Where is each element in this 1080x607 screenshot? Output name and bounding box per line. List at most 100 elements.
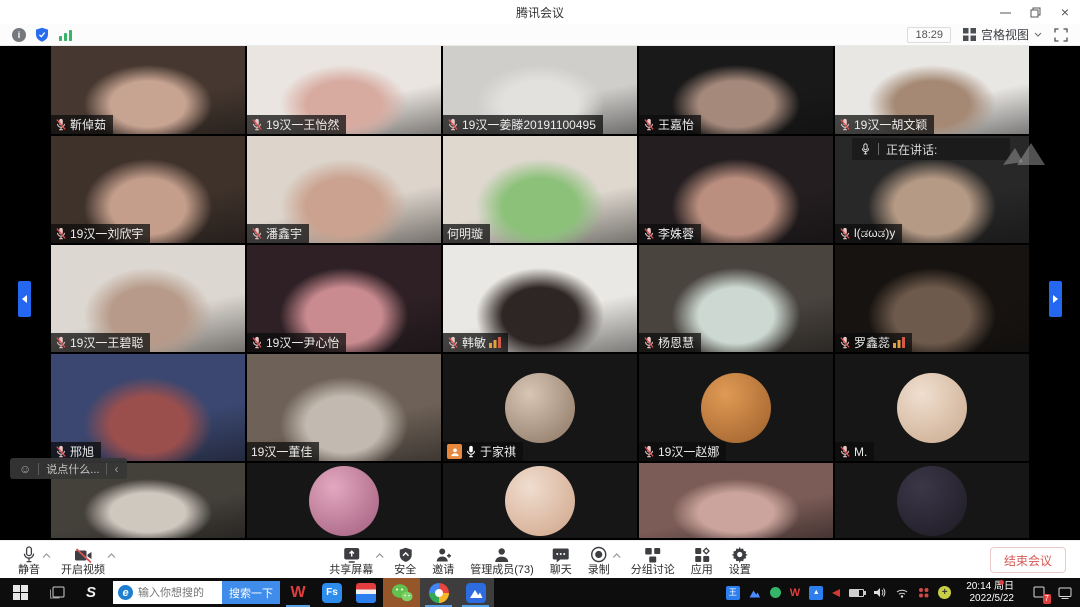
video-tile[interactable]: 靳倬茹 bbox=[51, 46, 245, 134]
video-tile[interactable]: 19汉一刘欣宇 bbox=[51, 136, 245, 243]
tray-green-icon[interactable] bbox=[770, 587, 781, 598]
start-button[interactable] bbox=[0, 578, 40, 607]
participant-name: 韩敏 bbox=[462, 334, 486, 351]
meeting-duration: 18:29 bbox=[907, 27, 951, 43]
apps-button[interactable]: 应用 bbox=[683, 543, 721, 577]
video-tile[interactable] bbox=[443, 463, 637, 538]
s-app-icon: S bbox=[86, 584, 96, 601]
prev-page-arrow[interactable] bbox=[18, 281, 31, 317]
weak-signal-icon bbox=[489, 337, 501, 348]
participant-name-tag: 19汉一赵娜 bbox=[639, 442, 726, 461]
restore-icon bbox=[1030, 7, 1041, 18]
participant-name-tag: M. bbox=[835, 442, 874, 461]
participant-avatar bbox=[897, 373, 967, 443]
mute-options-chevron[interactable] bbox=[42, 545, 51, 563]
shield-icon[interactable] bbox=[35, 27, 49, 43]
taskbar-fs-app[interactable]: Fs bbox=[315, 578, 349, 607]
network-signal-icon[interactable] bbox=[58, 28, 73, 41]
app-s-button[interactable]: S bbox=[74, 578, 108, 607]
video-tile[interactable] bbox=[639, 463, 833, 538]
tray-red-speaker-icon[interactable] bbox=[832, 589, 840, 597]
taskbar-media-app[interactable] bbox=[349, 578, 383, 607]
meeting-info-icon[interactable]: i bbox=[12, 28, 26, 42]
taskbar-meeting-app[interactable] bbox=[457, 578, 494, 607]
emoji-icon[interactable]: ☺ bbox=[19, 463, 31, 475]
taskbar-clock[interactable]: 20:14 周日 2022/5/22 bbox=[960, 581, 1020, 605]
video-tile[interactable]: 19汉一董佳 bbox=[247, 354, 441, 461]
participant-name-tag: 何明璇 bbox=[443, 224, 490, 243]
invite-button[interactable]: 邀请 bbox=[424, 543, 462, 577]
restore-button[interactable] bbox=[1020, 0, 1050, 24]
share-screen-button[interactable]: 共享屏幕 bbox=[321, 543, 381, 577]
chat-button[interactable]: 聊天 bbox=[542, 543, 580, 577]
battery-icon[interactable] bbox=[849, 589, 864, 597]
breakout-rooms-button[interactable]: 分组讨论 bbox=[623, 543, 683, 577]
tray-meeting-icon[interactable] bbox=[749, 588, 761, 598]
participant-name-tag: 罗鑫蕊 bbox=[835, 333, 912, 352]
record-options-chevron[interactable] bbox=[612, 545, 621, 563]
taskbar-wps-app[interactable]: W bbox=[281, 578, 315, 607]
video-tile[interactable]: 19汉一王怡然 bbox=[247, 46, 441, 134]
video-tile[interactable]: 19汉一王碧聪 bbox=[51, 245, 245, 352]
view-mode-switcher[interactable]: 宫格视图 bbox=[963, 26, 1042, 43]
next-page-arrow[interactable] bbox=[1049, 281, 1062, 317]
video-area: 靳倬茹19汉一王怡然 19汉一姜滕20191100495 王嘉怡 19汉一胡文颖 19汉… bbox=[0, 46, 1080, 540]
video-tile[interactable]: 19汉一尹心怡 bbox=[247, 245, 441, 352]
taskbar-wechat-app[interactable] bbox=[383, 578, 420, 607]
security-button[interactable]: 安全 bbox=[386, 543, 424, 577]
task-view-button[interactable] bbox=[40, 578, 74, 607]
start-video-button[interactable]: 开启视频 bbox=[53, 543, 113, 577]
gear-icon bbox=[731, 545, 748, 563]
tray-photos-icon[interactable]: ▲ bbox=[809, 586, 823, 600]
manage-members-button[interactable]: 管理成员(73) bbox=[462, 543, 542, 577]
volume-icon[interactable] bbox=[873, 587, 886, 598]
close-button[interactable]: × bbox=[1050, 0, 1080, 24]
video-tile[interactable]: M. bbox=[835, 354, 1029, 461]
video-options-chevron[interactable] bbox=[107, 545, 116, 563]
video-tile[interactable]: 邢旭 bbox=[51, 354, 245, 461]
end-meeting-button[interactable]: 结束会议 bbox=[990, 547, 1066, 573]
video-tile[interactable]: 杨恩慧 bbox=[639, 245, 833, 352]
taskbar-browser-app[interactable] bbox=[420, 578, 457, 607]
tray-wps-icon[interactable]: W bbox=[790, 587, 800, 599]
video-tile[interactable] bbox=[835, 463, 1029, 538]
participant-name-tag: 杨恩慧 bbox=[639, 333, 701, 352]
notification-flag[interactable]: 7 bbox=[1029, 583, 1049, 603]
video-tile[interactable]: 19汉一赵娜 bbox=[639, 354, 833, 461]
participant-name: 19汉一姜滕20191100495 bbox=[462, 116, 596, 133]
host-person-badge bbox=[447, 444, 462, 459]
wifi-icon[interactable] bbox=[895, 587, 909, 598]
mic-muted-icon bbox=[643, 118, 655, 131]
security-label: 安全 bbox=[394, 565, 416, 576]
taskbar-search-box[interactable]: e 搜索一下 bbox=[113, 581, 276, 604]
participant-name-tag: 韩敏 bbox=[443, 333, 508, 352]
video-tile[interactable]: 何明璇 bbox=[443, 136, 637, 243]
minimize-button[interactable] bbox=[990, 0, 1020, 24]
clock-time: 20:14 周日 bbox=[966, 581, 1014, 593]
fullscreen-icon[interactable] bbox=[1054, 28, 1068, 42]
video-tile[interactable]: 潘鑫宇 bbox=[247, 136, 441, 243]
participant-name-tag: 19汉一胡文颖 bbox=[835, 115, 934, 134]
video-tile[interactable]: 19汉一姜滕20191100495 bbox=[443, 46, 637, 134]
participant-name: 王嘉怡 bbox=[658, 116, 694, 133]
search-go-button[interactable]: 搜索一下 bbox=[222, 581, 280, 604]
tray-red-grid-icon[interactable] bbox=[918, 587, 929, 598]
video-tile[interactable]: 王嘉怡 bbox=[639, 46, 833, 134]
search-input[interactable] bbox=[138, 587, 222, 599]
mic-muted-icon bbox=[55, 445, 67, 458]
video-tile[interactable]: 19汉一胡文颖 bbox=[835, 46, 1029, 134]
video-tile[interactable] bbox=[247, 463, 441, 538]
settings-button[interactable]: 设置 bbox=[721, 543, 759, 577]
tray-accelerator-icon[interactable]: + bbox=[938, 586, 951, 599]
share-options-chevron[interactable] bbox=[375, 545, 384, 563]
quick-chat-bubble[interactable]: ☺ 说点什么... ‹ bbox=[10, 458, 127, 479]
video-tile[interactable]: 韩敏 bbox=[443, 245, 637, 352]
collapse-chat-icon[interactable]: ‹ bbox=[114, 462, 118, 476]
participant-name: M. bbox=[854, 445, 867, 459]
video-tile[interactable]: 于家祺 bbox=[443, 354, 637, 461]
tray-docs-icon[interactable]: 王 bbox=[726, 586, 740, 600]
video-tile[interactable]: 罗鑫蕊 bbox=[835, 245, 1029, 352]
action-center-icon[interactable] bbox=[1058, 587, 1072, 599]
video-tile[interactable]: 李姝蓉 bbox=[639, 136, 833, 243]
chat-placeholder[interactable]: 说点什么... bbox=[46, 461, 99, 477]
